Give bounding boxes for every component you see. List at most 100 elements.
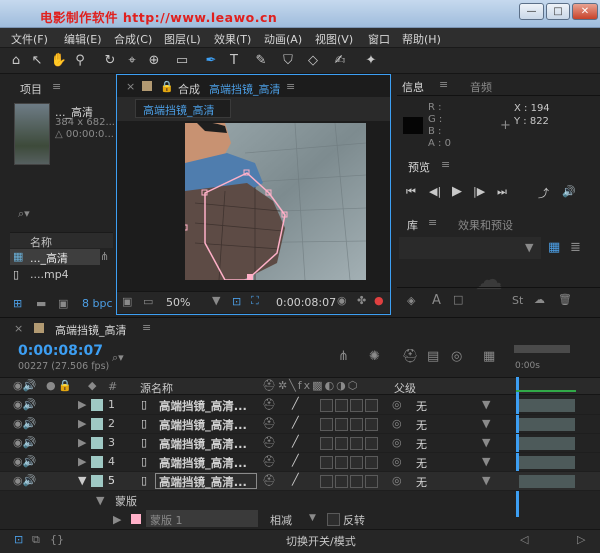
parent-value[interactable]: 无 <box>416 417 427 433</box>
eraser-tool-icon[interactable]: ◇ <box>303 51 323 71</box>
menu-animation[interactable]: 动画(A) <box>264 31 302 47</box>
switch-box[interactable] <box>320 475 333 488</box>
layer-duration-bar[interactable] <box>519 437 575 450</box>
shy-switch-icon[interactable]: ⛑ <box>262 436 276 449</box>
switch-box[interactable] <box>350 418 363 431</box>
mask-group-arrow[interactable]: ▼ <box>96 494 104 507</box>
clone-stamp-tool-icon[interactable]: ⛉ <box>278 51 298 71</box>
parent-value[interactable]: 无 <box>416 455 427 471</box>
channel-icon[interactable]: ✤ <box>357 294 366 307</box>
project-item-footage[interactable]: ....mp4 <box>30 268 69 281</box>
parent-dropdown-icon[interactable]: ▼ <box>482 398 490 411</box>
zoom-level[interactable]: 50% <box>166 296 190 309</box>
project-tab[interactable]: 项目 <box>20 81 42 97</box>
column-name[interactable]: 名称 <box>30 234 52 250</box>
layer-duration-bar[interactable] <box>519 456 575 469</box>
library-dropdown[interactable] <box>399 237 541 259</box>
layer-duration-bar[interactable] <box>519 475 575 488</box>
menu-help[interactable]: 帮助(H) <box>402 31 441 47</box>
shy-switch-icon[interactable]: ⛑ <box>262 455 276 468</box>
label-color[interactable] <box>91 437 103 449</box>
close-button[interactable]: ✕ <box>572 3 598 20</box>
expand-arrow-icon[interactable]: ▶ <box>78 436 86 449</box>
timeline-tab-name[interactable]: 高端挡镜_高清 <box>55 322 127 338</box>
switch-box[interactable] <box>350 456 363 469</box>
transfer-controls-icon[interactable]: ⧉ <box>32 533 40 547</box>
layer-name[interactable]: 高端挡镜_高清... <box>159 417 247 433</box>
zoom-tool-icon[interactable]: ⚲ <box>70 51 90 71</box>
brush-tool-icon[interactable]: ✎ <box>251 51 271 71</box>
next-frame-icon[interactable]: |▶ <box>473 185 485 198</box>
shy-switch-icon[interactable]: ⛑ <box>262 417 276 430</box>
pickwhip-icon[interactable]: ◎ <box>392 436 402 449</box>
mask-color-swatch[interactable] <box>131 514 141 524</box>
switch-box[interactable] <box>365 418 378 431</box>
mask-name[interactable]: 蒙版 1 <box>150 512 183 528</box>
monitor-icon[interactable]: ▭ <box>143 295 153 308</box>
eye-icon[interactable]: ◉🔊 <box>13 417 36 430</box>
always-preview-icon[interactable]: ▣ <box>122 295 132 308</box>
in-out-icon[interactable]: {} <box>50 533 64 546</box>
text-tool-icon[interactable]: T <box>224 51 244 71</box>
project-menu-icon[interactable]: ≡ <box>52 80 61 93</box>
visibility-col-icon[interactable]: ◉🔊 <box>13 379 36 392</box>
eye-icon[interactable]: ◉🔊 <box>13 455 36 468</box>
switches-col-icon[interactable]: ⛑✲╲fx▩◐◑⬡ <box>262 379 359 392</box>
parent-value[interactable]: 无 <box>416 474 427 490</box>
comp-flowchart-icon[interactable]: ⋔ <box>338 349 349 364</box>
bit-depth[interactable]: 8 bpc <box>82 297 113 310</box>
parent-dropdown-icon[interactable]: ▼ <box>482 417 490 430</box>
library-tab[interactable]: 库 <box>407 217 418 233</box>
camera-tool-icon[interactable]: ⌖ <box>122 51 142 71</box>
menu-file[interactable]: 文件(F) <box>11 31 48 47</box>
add-text-icon[interactable]: A <box>432 293 441 308</box>
draft-3d-icon[interactable]: ✺ <box>369 349 380 364</box>
new-comp-icon[interactable]: ▣ <box>58 297 68 310</box>
cloud-sync-icon[interactable]: ☁ <box>534 293 545 306</box>
switch-box[interactable] <box>350 399 363 412</box>
motion-blur-icon[interactable]: ◎ <box>451 349 462 364</box>
lock-col-icon[interactable]: 🔒 <box>58 379 72 392</box>
mask-expand-arrow[interactable]: ▶ <box>113 513 121 526</box>
stock-icon[interactable]: St <box>512 294 523 307</box>
collapse-arrow-icon[interactable]: ▼ <box>78 474 86 487</box>
prev-frame-icon[interactable]: ◀| <box>429 185 441 198</box>
eye-icon[interactable]: ◉🔊 <box>13 474 36 487</box>
layer-switches-icon[interactable]: ⊡ <box>14 533 23 546</box>
column-parent[interactable]: 父级 <box>394 380 416 396</box>
eye-icon[interactable]: ◉🔊 <box>13 398 36 411</box>
comp-tab-name[interactable]: 高端挡镜_高清 <box>209 81 281 97</box>
menu-view[interactable]: 视图(V) <box>315 31 353 47</box>
graph-editor-icon[interactable]: ▦ <box>483 349 495 364</box>
solo-col-icon[interactable]: ● <box>46 379 56 392</box>
close-timeline-icon[interactable]: × <box>14 322 23 335</box>
quality-switch-icon[interactable]: ╱ <box>292 435 299 448</box>
switch-box[interactable] <box>365 456 378 469</box>
layer-row-2[interactable]: ◉🔊 ▶ 2 ▯ 高端挡镜_高清... ⛑ ╱ ◎ 无 ▼ <box>0 415 600 434</box>
maximize-button[interactable]: □ <box>546 3 570 20</box>
switch-box[interactable] <box>335 437 348 450</box>
switch-box[interactable] <box>350 437 363 450</box>
layer-name[interactable]: 高端挡镜_高清... <box>159 455 247 471</box>
switch-box[interactable] <box>335 418 348 431</box>
menu-window[interactable]: 窗口 <box>368 31 390 47</box>
preview-menu-icon[interactable]: ≡ <box>441 158 450 171</box>
audio-icon[interactable]: 🔊 <box>562 185 576 198</box>
switch-box[interactable] <box>335 456 348 469</box>
add-graphic-icon[interactable]: ◈ <box>407 294 415 307</box>
quality-switch-icon[interactable]: ╱ <box>292 473 299 486</box>
color-channels-icon[interactable]: ● <box>374 294 384 307</box>
menu-effect[interactable]: 效果(T) <box>214 31 251 47</box>
info-tab[interactable]: 信息 <box>402 79 424 95</box>
new-folder-icon[interactable]: ▬ <box>36 297 46 310</box>
pickwhip-icon[interactable]: ◎ <box>392 474 402 487</box>
pickwhip-icon[interactable]: ◎ <box>392 455 402 468</box>
switch-box[interactable] <box>320 418 333 431</box>
mask-group-label[interactable]: 蒙版 <box>115 493 137 509</box>
first-frame-icon[interactable]: ⏮ <box>406 185 416 199</box>
rotate-tool-icon[interactable]: ↻ <box>100 51 120 71</box>
comp-viewer[interactable] <box>185 123 366 280</box>
switch-box[interactable] <box>335 475 348 488</box>
layer-row-4[interactable]: ◉🔊 ▶ 4 ▯ 高端挡镜_高清... ⛑ ╱ ◎ 无 ▼ <box>0 453 600 472</box>
roto-brush-tool-icon[interactable]: ✍ <box>330 51 350 71</box>
